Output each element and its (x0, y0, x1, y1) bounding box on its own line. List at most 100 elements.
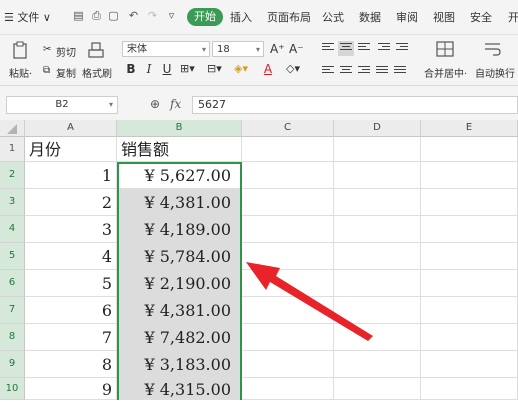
print-icon[interactable]: ⎙ (90, 9, 103, 23)
row-header[interactable]: 10 (0, 378, 25, 400)
tab-data[interactable]: 数据 (359, 9, 381, 25)
tab-insert[interactable]: 插入 (230, 9, 252, 25)
cell[interactable] (334, 189, 421, 216)
distribute-icon[interactable] (394, 66, 406, 77)
cell[interactable] (421, 216, 518, 243)
align-right-icon[interactable] (358, 66, 370, 77)
cell-a5[interactable]: 4 (25, 243, 117, 270)
align-bottom-icon[interactable] (358, 43, 370, 54)
column-header-d[interactable]: D (334, 120, 421, 137)
increase-font-icon[interactable]: A⁺ (270, 42, 285, 56)
formula-input[interactable]: 5627 (192, 96, 518, 114)
cell[interactable] (334, 162, 421, 189)
file-menu[interactable]: ☰ 文件 ∨ (4, 9, 51, 25)
increase-indent-icon[interactable] (396, 43, 408, 54)
merge-center-button[interactable]: 合并居中· (424, 65, 467, 80)
row-header[interactable]: 9 (0, 351, 25, 378)
column-header-a[interactable]: A (25, 120, 117, 137)
tab-formulas[interactable]: 公式 (322, 9, 344, 25)
row-header[interactable]: 7 (0, 297, 25, 324)
italic-button[interactable]: I (142, 62, 156, 76)
save-icon[interactable]: ▤ (72, 9, 85, 23)
fx-icon[interactable]: fx (170, 97, 181, 111)
decrease-font-icon[interactable]: A⁻ (289, 42, 304, 56)
border-icon[interactable]: ⊞▾ (180, 62, 195, 75)
cell-e1[interactable] (421, 137, 518, 162)
cell-d1[interactable] (334, 137, 421, 162)
wrap-text-button[interactable]: 自动换行 (475, 65, 515, 80)
cell[interactable] (421, 378, 518, 400)
cell[interactable] (242, 378, 334, 400)
font-name-select[interactable]: 宋体 ▾ (122, 41, 210, 57)
customize-icon[interactable]: ▿ (165, 9, 178, 23)
wrap-text-icon[interactable] (484, 41, 502, 57)
row-header[interactable]: 3 (0, 189, 25, 216)
cell-a2[interactable]: 1 (25, 162, 117, 189)
tab-view[interactable]: 视图 (433, 9, 455, 25)
cell[interactable] (421, 351, 518, 378)
cell[interactable] (421, 162, 518, 189)
fill-color-icon[interactable]: ◈▾ (234, 62, 248, 75)
cell[interactable] (421, 297, 518, 324)
paste-button[interactable]: 粘贴· (9, 65, 32, 80)
row-header[interactable]: 6 (0, 270, 25, 297)
cell[interactable] (242, 162, 334, 189)
cell-style-icon[interactable]: ⊟▾ (207, 62, 222, 75)
select-all-corner[interactable] (0, 120, 25, 137)
tab-security[interactable]: 安全 (470, 9, 492, 25)
cell[interactable] (334, 216, 421, 243)
cell-a9[interactable]: 8 (25, 351, 117, 378)
copy-icon[interactable]: ⧉ (43, 65, 50, 76)
font-size-select[interactable]: 18 ▾ (212, 41, 264, 57)
format-painter-button[interactable]: 格式刷 (82, 65, 112, 80)
cell[interactable] (242, 216, 334, 243)
cell[interactable] (421, 324, 518, 351)
cell[interactable] (242, 189, 334, 216)
justify-icon[interactable] (376, 66, 388, 77)
align-left-icon[interactable] (322, 66, 334, 77)
undo-icon[interactable]: ↶ (127, 9, 140, 23)
name-box[interactable]: B2 ▾ (6, 96, 118, 114)
align-top-icon[interactable] (322, 43, 334, 54)
row-header[interactable]: 4 (0, 216, 25, 243)
cell-c1[interactable] (242, 137, 334, 162)
row-header[interactable]: 8 (0, 324, 25, 351)
cell-a3[interactable]: 2 (25, 189, 117, 216)
align-middle-icon[interactable] (338, 41, 354, 56)
cell-a7[interactable]: 6 (25, 297, 117, 324)
tab-page-layout[interactable]: 页面布局 (267, 9, 311, 25)
merge-center-icon[interactable] (436, 41, 454, 57)
cell[interactable] (421, 189, 518, 216)
cell-a4[interactable]: 3 (25, 216, 117, 243)
bold-button[interactable]: B (124, 62, 138, 76)
cell-a6[interactable]: 5 (25, 270, 117, 297)
decrease-indent-icon[interactable] (378, 43, 390, 54)
cell-b1[interactable]: 销售额 (117, 137, 242, 162)
cell[interactable] (421, 243, 518, 270)
row-header[interactable]: 1 (0, 137, 25, 162)
copy-button[interactable]: 复制 (56, 65, 76, 80)
cut-button[interactable]: 剪切 (56, 44, 76, 59)
font-color-icon[interactable]: A (261, 62, 275, 76)
eraser-icon[interactable]: ◇▾ (286, 62, 300, 75)
column-header-e[interactable]: E (421, 120, 518, 137)
zoom-icon[interactable]: ⊕ (150, 97, 160, 111)
tab-start[interactable]: 开始 (187, 8, 223, 26)
row-header[interactable]: 2 (0, 162, 25, 189)
cell[interactable] (334, 351, 421, 378)
column-header-b[interactable]: B (117, 120, 242, 137)
column-header-c[interactable]: C (242, 120, 334, 137)
tab-more[interactable]: 开 (508, 9, 518, 25)
tab-review[interactable]: 审阅 (396, 9, 418, 25)
redo-icon[interactable]: ↷ (146, 9, 159, 23)
row-header[interactable]: 5 (0, 243, 25, 270)
print-preview-icon[interactable]: ▢ (107, 9, 120, 23)
underline-button[interactable]: U (160, 62, 174, 76)
cell-a10[interactable]: 9 (25, 378, 117, 400)
cell-a1[interactable]: 月份 (25, 137, 117, 162)
cell-a8[interactable]: 7 (25, 324, 117, 351)
cut-icon[interactable]: ✂ (43, 44, 51, 55)
format-painter-icon[interactable] (88, 41, 104, 59)
paste-icon[interactable] (12, 41, 28, 59)
cell[interactable] (421, 270, 518, 297)
